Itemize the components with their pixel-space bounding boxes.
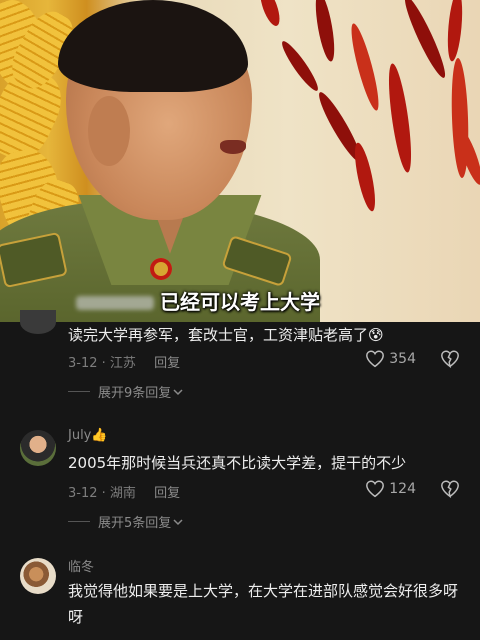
heart-icon — [366, 350, 385, 368]
like-count: 354 — [389, 351, 416, 367]
chili-decoration — [445, 0, 465, 62]
broken-heart-icon — [441, 350, 459, 368]
comment-item: July👍 2005年那时候当兵还真不比读大学差，提干的不少 3-12 · 湖南… — [0, 424, 480, 534]
chili-decoration — [399, 0, 451, 81]
comment-location: 江苏 — [109, 356, 136, 371]
chili-decoration — [277, 37, 323, 95]
chili-decoration — [256, 0, 284, 29]
chili-decoration — [350, 141, 380, 213]
expand-label: 展开9条回复 — [98, 386, 172, 401]
comment-username[interactable]: 临冬 — [68, 556, 94, 575]
avatar[interactable] — [20, 310, 56, 334]
chili-decoration — [384, 62, 416, 174]
comment-username[interactable]: July👍 — [68, 428, 108, 443]
avatar[interactable] — [20, 558, 56, 594]
avatar[interactable] — [20, 430, 56, 466]
hair — [58, 0, 248, 92]
heart-icon — [366, 480, 385, 498]
mouth — [220, 140, 246, 154]
comment-location: 湖南 — [109, 486, 136, 501]
chili-decoration — [312, 0, 338, 63]
comment-date: 3-12 — [68, 356, 98, 371]
expand-replies-button[interactable]: 展开5条回复 — [68, 512, 183, 531]
emoji: 👍 — [91, 428, 108, 443]
collar-badge — [150, 258, 172, 280]
reply-button[interactable]: 回复 — [154, 356, 180, 371]
like-button[interactable]: 354 — [365, 350, 416, 368]
chevron-down-icon — [173, 388, 183, 395]
divider-line — [68, 521, 90, 522]
divider-line — [68, 391, 90, 392]
dislike-button[interactable] — [440, 480, 460, 498]
chili-decoration — [346, 21, 384, 113]
comment-meta: 3-12 · 湖南 回复 — [68, 486, 181, 501]
like-button[interactable]: 124 — [365, 480, 416, 498]
comment-meta: 3-12 · 江苏 回复 — [68, 356, 181, 371]
video-subtitle: 已经可以考上大学 — [160, 290, 320, 314]
reply-button[interactable]: 回复 — [154, 486, 180, 501]
emoji: 😰 — [368, 326, 384, 344]
expand-label: 展开5条回复 — [98, 516, 172, 531]
comment-item: 读完大学再参军，套改士官，工资津贴老高了😰 3-12 · 江苏 回复 354 展… — [0, 310, 480, 402]
expand-replies-button[interactable]: 展开9条回复 — [68, 382, 183, 401]
video-frame[interactable]: 已经可以考上大学 — [0, 0, 480, 322]
chevron-down-icon — [173, 518, 183, 525]
broken-heart-icon — [441, 480, 459, 498]
comment-date: 3-12 — [68, 486, 98, 501]
comment-text: 我觉得他如果要是上大学，在大学在进部队感觉会好很多呀呀 — [68, 582, 459, 626]
like-count: 124 — [389, 481, 416, 497]
comment-item: 临冬 我觉得他如果要是上大学，在大学在进部队感觉会好很多呀呀 — [0, 554, 480, 640]
ear — [88, 96, 130, 166]
comment-text: 2005年那时候当兵还真不比读大学差，提干的不少 — [68, 454, 407, 472]
dislike-button[interactable] — [440, 350, 460, 368]
comment-text: 读完大学再参军，套改士官，工资津贴老高了😰 — [68, 326, 384, 344]
